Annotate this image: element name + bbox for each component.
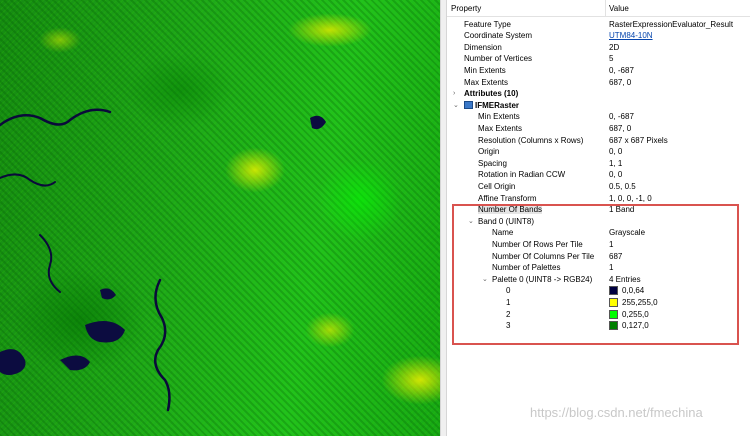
property-name: Origin [478,147,500,157]
property-key: Min Extents [478,111,520,123]
property-value: 0, 0 [609,170,623,180]
property-row[interactable]: Min Extents 0, -687 [447,111,750,123]
water-features [0,108,326,412]
panel-header: Property Value [447,0,750,17]
property-key: Feature Type [464,19,511,31]
property-name: Feature Type [464,19,511,29]
watermark-text: https://blog.csdn.net/fmechina [530,405,703,420]
property-key: Min Extents [464,65,506,77]
property-row[interactable]: › Attributes (10) [447,88,750,100]
property-row[interactable]: Spacing 1, 1 [447,158,750,170]
property-name: Min Extents [464,65,506,75]
property-row[interactable]: ⌄ IFMERaster [447,100,750,112]
property-name: Spacing [478,158,507,168]
property-name: Max Extents [478,123,523,133]
property-row[interactable]: Dimension 2D [447,42,750,54]
property-value: 0, -687 [609,112,634,122]
property-key: Origin [478,146,499,158]
property-name: Attributes (10) [464,89,519,99]
property-name: Cell Origin [478,181,516,191]
property-row[interactable]: Coordinate System UTM84-10N [447,30,750,42]
collapse-chevron-icon[interactable]: ⌄ [453,100,459,112]
property-name: IFMERaster [475,100,520,110]
property-row[interactable]: Cell Origin 0.5, 0.5 [447,181,750,193]
property-row[interactable]: Number of Vertices 5 [447,53,750,65]
panel-splitter[interactable] [440,0,447,436]
property-key: Cell Origin [478,181,515,193]
property-key: Max Extents [464,77,508,89]
property-row[interactable]: Min Extents 0, -687 [447,65,750,77]
property-value: 1, 0, 0, -1, 0 [609,193,652,203]
property-key: Max Extents [478,123,522,135]
property-name: Max Extents [464,77,509,87]
property-key: IFMERaster [464,100,519,112]
property-key: Dimension [464,42,502,54]
property-row[interactable]: Resolution (Columns x Rows) 687 x 687 Pix… [447,135,750,147]
property-key: Affine Transform [478,193,537,205]
property-key: Resolution (Columns x Rows) [478,135,583,147]
property-value: 5 [609,54,614,64]
property-key: Attributes (10) [464,88,518,100]
expand-chevron-icon[interactable]: › [453,88,455,100]
property-name: Affine Transform [478,193,537,203]
property-row[interactable]: Origin 0, 0 [447,146,750,158]
property-value: 0, -687 [609,65,634,75]
property-row[interactable]: Feature Type RasterExpressionEvaluator_Re… [447,19,750,31]
property-key: Number of Vertices [464,53,532,65]
coordinate-system-link[interactable]: UTM84-10N [609,30,653,42]
column-separator[interactable] [605,0,606,16]
property-name: Number of Vertices [464,54,533,64]
raster-map-view[interactable] [0,0,440,436]
property-value: 2D [609,42,620,52]
raster-icon [464,100,473,109]
property-key: Spacing [478,158,507,170]
property-value: RasterExpressionEvaluator_Result [609,19,734,29]
property-value: 0, 0 [609,147,623,157]
property-name: Rotation in Radian CCW [478,170,566,180]
property-name: Coordinate System [464,31,533,41]
property-name: Resolution (Columns x Rows) [478,135,584,145]
property-row[interactable]: Max Extents 687, 0 [447,123,750,135]
property-key: Rotation in Radian CCW [478,169,565,181]
property-row[interactable]: Max Extents 687, 0 [447,77,750,89]
property-name: Min Extents [478,112,520,122]
property-value: 0.5, 0.5 [609,181,636,191]
property-row[interactable]: Affine Transform 1, 0, 0, -1, 0 [447,193,750,205]
annotation-highlight-box [452,204,739,345]
property-column-header[interactable]: Property [451,4,481,13]
property-name: Dimension [464,42,502,52]
property-value: 1, 1 [609,158,623,168]
property-value: 687 x 687 Pixels [609,135,668,145]
property-row[interactable]: Rotation in Radian CCW 0, 0 [447,169,750,181]
value-column-header[interactable]: Value [609,4,629,13]
property-key: Coordinate System [464,30,532,42]
property-value: 687, 0 [609,77,632,87]
property-value: 687, 0 [609,123,632,133]
